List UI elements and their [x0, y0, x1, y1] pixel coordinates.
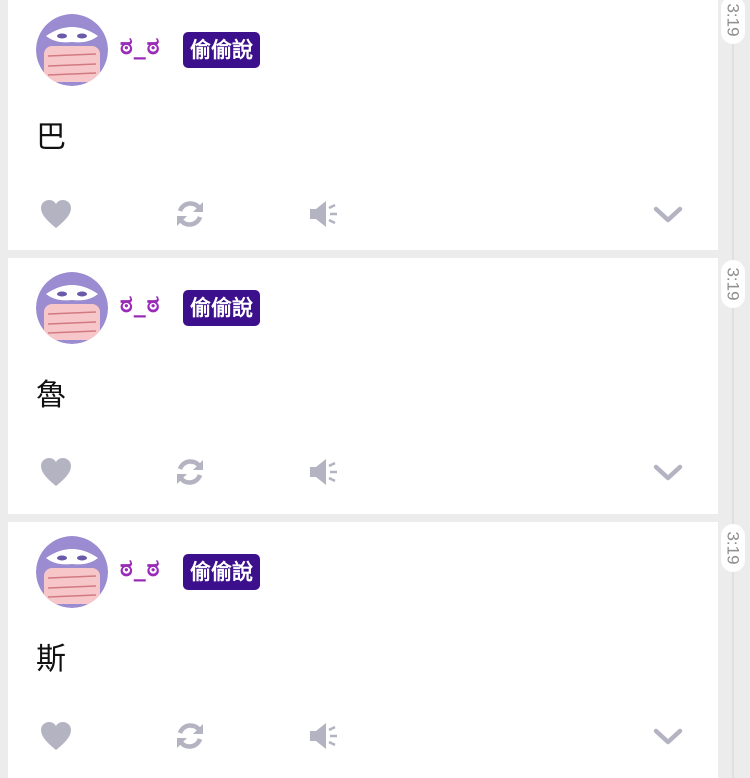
- speaker-icon: [310, 201, 337, 227]
- board-badge[interactable]: 偷偷說: [183, 32, 260, 68]
- avatar[interactable]: [36, 272, 108, 344]
- username[interactable]: ಠ_ಠ: [120, 290, 160, 318]
- timestamp-text: 3:19: [724, 267, 743, 301]
- board-badge[interactable]: 偷偷說: [183, 290, 260, 326]
- timestamp-text: 3:19: [724, 531, 743, 565]
- repost-button[interactable]: [172, 454, 208, 490]
- chevron-down-icon: [653, 728, 683, 745]
- board-badge[interactable]: 偷偷說: [183, 554, 260, 590]
- like-button[interactable]: [38, 454, 74, 490]
- heart-icon: [41, 200, 71, 228]
- repost-button[interactable]: [172, 196, 208, 232]
- post-content: 巴: [36, 120, 66, 155]
- post-content: 魯: [36, 378, 66, 413]
- post-timestamp: 3:19: [721, 0, 745, 44]
- timestamp-text: 3:19: [724, 3, 743, 37]
- more-button[interactable]: [650, 718, 686, 754]
- speaker-button[interactable]: [306, 454, 342, 490]
- post-timestamp: 3:19: [721, 524, 745, 572]
- more-button[interactable]: [650, 196, 686, 232]
- chevron-down-icon: [653, 464, 683, 481]
- timeline-rail: [732, 0, 734, 778]
- username[interactable]: ಠ_ಠ: [120, 554, 160, 582]
- heart-icon: [41, 458, 71, 486]
- heart-icon: [41, 722, 71, 750]
- post-content: 斯: [36, 642, 66, 677]
- avatar[interactable]: [36, 536, 108, 608]
- refresh-icon: [177, 459, 203, 485]
- post-card: ಠ_ಠ 偷偷說 斯: [8, 522, 718, 778]
- post-card: ಠ_ಠ 偷偷說 魯: [8, 258, 718, 514]
- repost-button[interactable]: [172, 718, 208, 754]
- like-button[interactable]: [38, 718, 74, 754]
- speaker-icon: [310, 723, 337, 749]
- post-feed: ಠ_ಠ 偷偷說 巴 ಠ_ಠ 偷偷說 魯 ಠ_ಠ 偷偷說 斯 3:19 3:19 …: [0, 0, 750, 778]
- post-timestamp: 3:19: [721, 260, 745, 308]
- avatar[interactable]: [36, 14, 108, 86]
- refresh-icon: [177, 201, 203, 227]
- refresh-icon: [177, 723, 203, 749]
- chevron-down-icon: [653, 206, 683, 223]
- speaker-button[interactable]: [306, 196, 342, 232]
- speaker-icon: [310, 459, 337, 485]
- like-button[interactable]: [38, 196, 74, 232]
- speaker-button[interactable]: [306, 718, 342, 754]
- post-card: ಠ_ಠ 偷偷說 巴: [8, 0, 718, 250]
- more-button[interactable]: [650, 454, 686, 490]
- username[interactable]: ಠ_ಠ: [120, 32, 160, 60]
